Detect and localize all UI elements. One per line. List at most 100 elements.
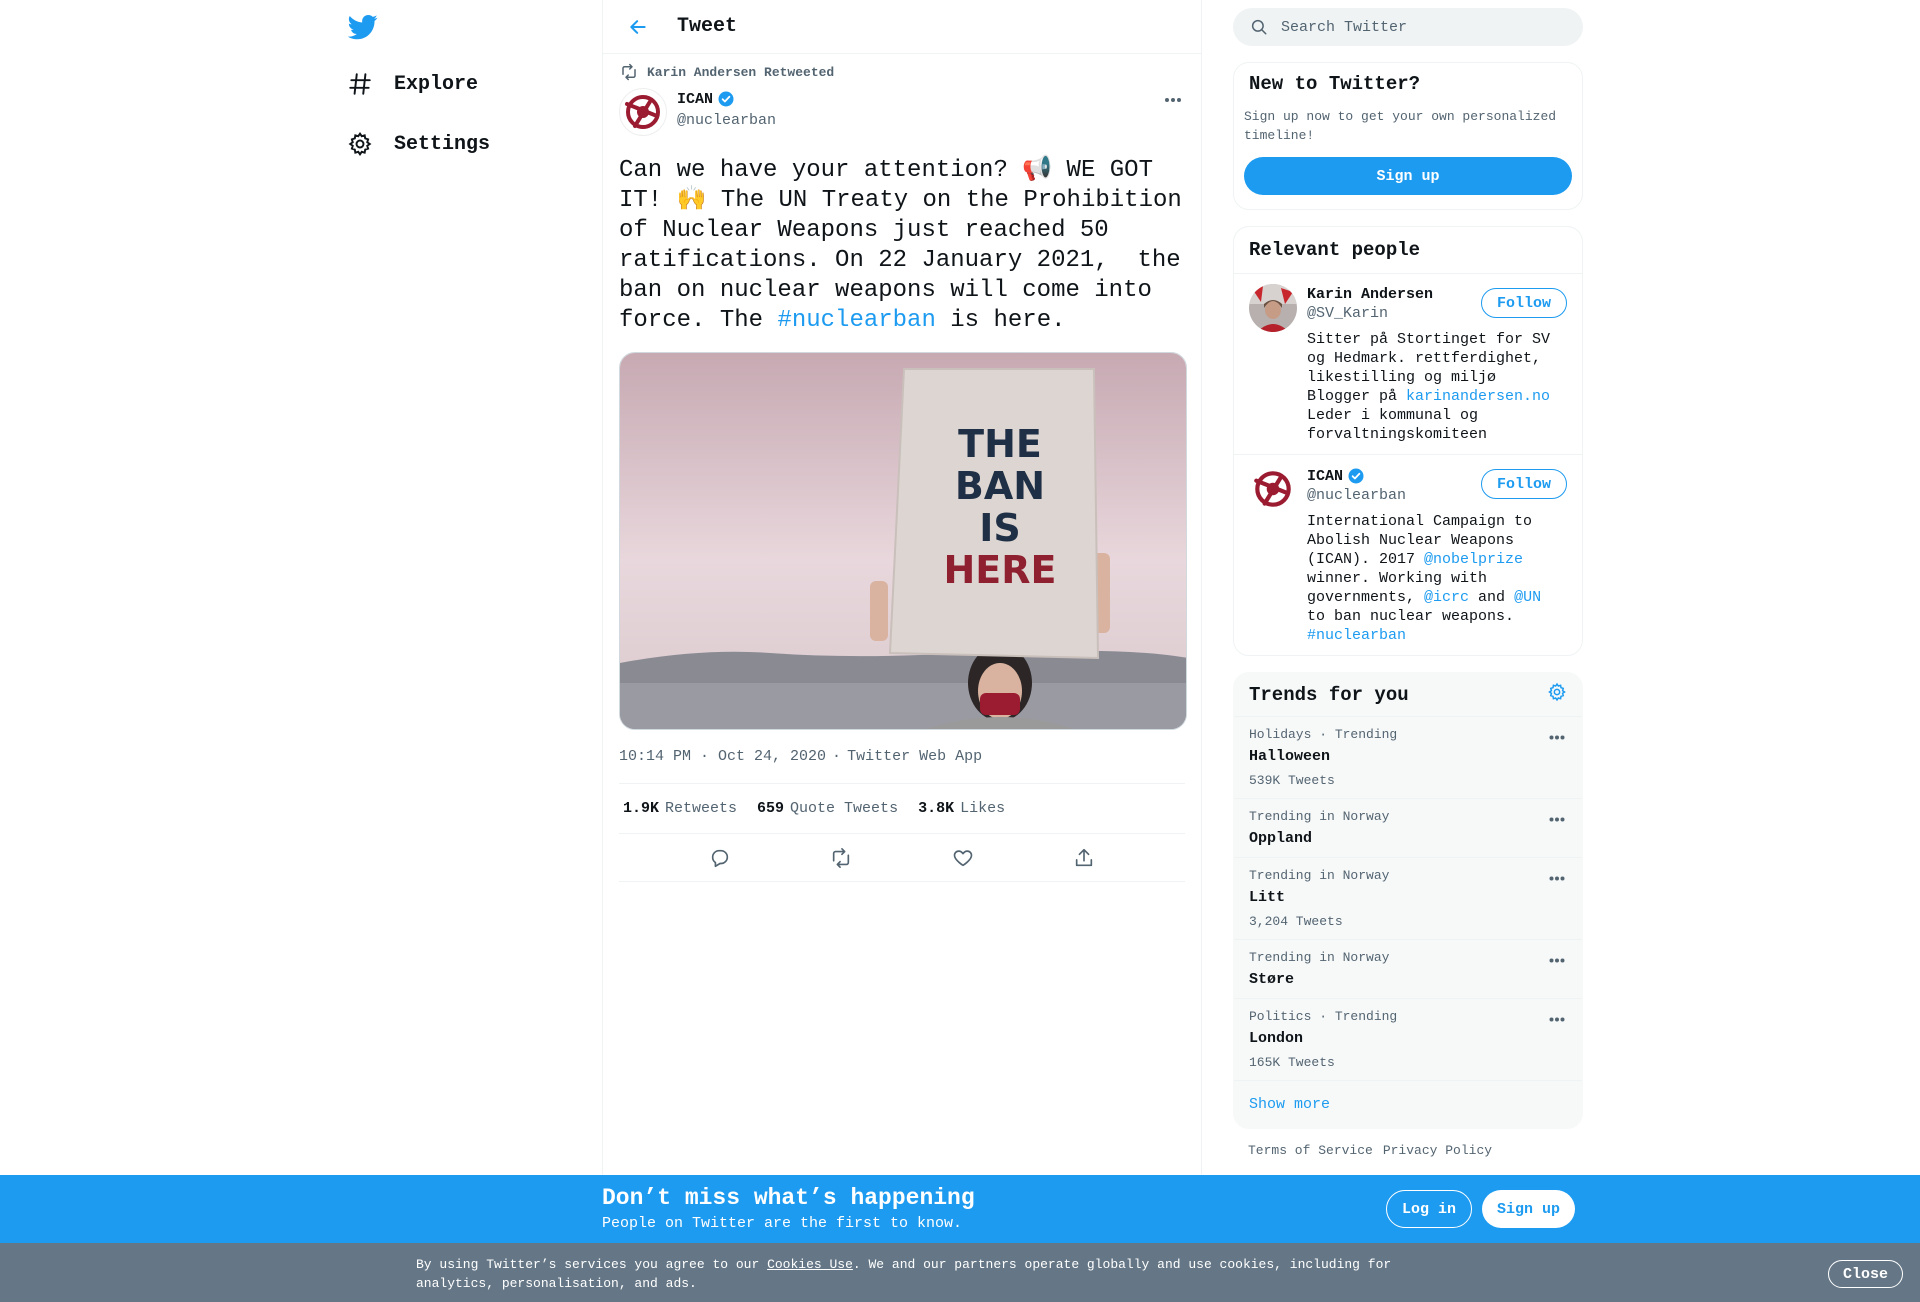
hashtag-link[interactable]: #nuclearban <box>777 307 935 334</box>
like-icon[interactable] <box>943 838 983 878</box>
trend-item[interactable]: Politics · Trending London 165K Tweets <box>1234 999 1582 1081</box>
more-options-icon[interactable] <box>1547 1009 1567 1029</box>
trend-context: Trending in Norway <box>1249 950 1390 965</box>
signup-banner: Don’t miss what’s happening People on Tw… <box>0 1175 1920 1243</box>
tweet: Karin Andersen Retweeted ICAN @nuclearba… <box>603 62 1201 882</box>
more-options-icon[interactable] <box>1547 809 1567 829</box>
sign-line: THE <box>958 422 1042 466</box>
privacy-link[interactable]: Privacy Policy <box>1383 1143 1492 1158</box>
bio-text: to ban nuclear weapons. <box>1307 608 1515 625</box>
cookies-use-link[interactable]: Cookies Use <box>767 1257 853 1272</box>
tweet-header: Tweet <box>603 0 1201 54</box>
retweet-context: Karin Andersen Retweeted <box>619 62 1185 82</box>
trends-card: Trends for you Holidays · Trending Hallo… <box>1233 672 1583 1129</box>
signup-banner-title: Don’t miss what’s happening <box>602 1185 975 1211</box>
stat-label: Likes <box>960 800 1006 817</box>
page-title: Tweet <box>677 15 738 38</box>
person-ican[interactable]: ICAN @nuclearban International Campaign … <box>1234 455 1582 655</box>
trends-title: Trends for you <box>1249 683 1409 706</box>
gear-icon <box>340 124 380 164</box>
author-handle[interactable]: @nuclearban <box>677 112 776 129</box>
trend-count: 3,204 Tweets <box>1249 914 1343 929</box>
sign-line: IS <box>979 506 1021 550</box>
tweet-text: Can we have your attention? 📢 WE GOT IT!… <box>619 156 1185 336</box>
search-box[interactable] <box>1233 8 1583 46</box>
avatar[interactable] <box>1249 284 1297 332</box>
stat-label: Quote Tweets <box>790 800 899 817</box>
person-karin-andersen[interactable]: Karin Andersen @SV_Karin Sitter på Stort… <box>1234 274 1582 455</box>
trend-name: Oppland <box>1249 830 1313 847</box>
stat-value: 1.9K <box>623 800 660 817</box>
reply-icon[interactable] <box>700 838 740 878</box>
bio-link[interactable]: #nuclearban <box>1307 627 1406 644</box>
person-bio: International Campaign to Abolish Nuclea… <box>1307 512 1557 645</box>
tweet-photo[interactable]: THE BAN IS HERE <box>619 352 1187 730</box>
bio-text: Leder i kommunal og forvaltningskomiteen <box>1307 407 1488 443</box>
new-to-twitter-title: New to Twitter? <box>1249 73 1421 95</box>
twitter-bird-icon[interactable] <box>347 12 378 42</box>
sign-up-button[interactable]: Sign up <box>1244 157 1572 195</box>
banner-sign-up-button[interactable]: Sign up <box>1482 1190 1576 1228</box>
tweet-source[interactable]: Twitter Web App <box>847 748 982 765</box>
stat-value: 3.8K <box>918 800 955 817</box>
bio-link[interactable]: @icrc <box>1424 589 1469 606</box>
tweet-author: ICAN @nuclearban <box>619 88 1185 136</box>
trend-item[interactable]: Trending in Norway Støre <box>1234 940 1582 999</box>
trend-count: 539K Tweets <box>1249 773 1335 788</box>
trend-item[interactable]: Trending in Norway Litt 3,204 Tweets <box>1234 858 1582 940</box>
person-bio: Sitter på Stortinget for SV og Hedmark. … <box>1307 330 1557 444</box>
more-options-icon[interactable] <box>1547 950 1567 970</box>
retweet-icon[interactable] <box>821 838 861 878</box>
tweet-actions <box>619 834 1185 882</box>
more-options-icon[interactable] <box>1547 868 1567 888</box>
stat-label: Retweets <box>665 800 738 817</box>
share-icon[interactable] <box>1064 838 1104 878</box>
terms-link[interactable]: Terms of Service <box>1248 1143 1373 1158</box>
new-to-twitter-card: New to Twitter? Sign up now to get your … <box>1233 62 1583 210</box>
signup-banner-subtitle: People on Twitter are the first to know. <box>602 1215 963 1232</box>
nav-settings-label: Settings <box>394 132 491 156</box>
new-to-twitter-subtitle: Sign up now to get your own personalized… <box>1244 109 1557 143</box>
more-options-icon[interactable] <box>1547 727 1567 747</box>
follow-button[interactable]: Follow <box>1480 288 1567 318</box>
bio-link[interactable]: karinandersen.no <box>1406 388 1550 405</box>
log-in-button[interactable]: Log in <box>1386 1190 1473 1228</box>
trend-item[interactable]: Trending in Norway Oppland <box>1234 799 1582 858</box>
tweet-column: Tweet Karin Andersen Retweeted ICAN @nuc… <box>602 0 1202 1302</box>
avatar[interactable] <box>1249 465 1297 513</box>
bio-link[interactable]: @nobelprize <box>1424 551 1523 568</box>
right-sidebar: New to Twitter? Sign up now to get your … <box>1233 0 1583 1158</box>
retweeted-by-label[interactable]: Karin Andersen Retweeted <box>647 65 834 80</box>
retweets-stat[interactable]: 1.9K Retweets <box>623 800 737 817</box>
follow-button[interactable]: Follow <box>1480 469 1567 499</box>
sign-line: BAN <box>954 464 1046 508</box>
nav-explore[interactable]: Explore <box>340 64 478 104</box>
trend-context: Holidays · Trending <box>1249 727 1398 742</box>
trend-item[interactable]: Holidays · Trending Halloween 539K Tweet… <box>1234 717 1582 799</box>
close-cookie-button[interactable]: Close <box>1828 1260 1904 1288</box>
cookie-banner: By using Twitter’s services you agree to… <box>0 1243 1920 1302</box>
author-name[interactable]: ICAN <box>677 91 713 108</box>
verified-badge-icon <box>718 91 734 107</box>
search-input[interactable] <box>1281 18 1541 36</box>
nav-explore-label: Explore <box>394 72 479 96</box>
bio-link[interactable]: @UN <box>1514 589 1541 606</box>
quote-tweets-stat[interactable]: 659 Quote Tweets <box>757 800 898 817</box>
trend-context: Politics · Trending <box>1249 1009 1398 1024</box>
tweet-timestamp[interactable]: 10:14 PM · Oct 24, 2020 <box>619 748 826 765</box>
more-options-icon[interactable] <box>1161 88 1185 112</box>
person-name: ICAN <box>1307 467 1344 485</box>
trend-context: Trending in Norway <box>1249 868 1390 883</box>
sign-line: HERE <box>943 548 1057 592</box>
likes-stat[interactable]: 3.8K Likes <box>918 800 1005 817</box>
arrow-left-icon[interactable] <box>623 12 653 42</box>
tweet-text-end: is here. <box>935 307 1066 334</box>
trend-name: Litt <box>1249 889 1286 906</box>
trend-count: 165K Tweets <box>1249 1055 1335 1070</box>
nav-settings[interactable]: Settings <box>340 124 490 164</box>
hashtag-icon <box>340 64 380 104</box>
avatar[interactable] <box>619 88 667 136</box>
show-more-link[interactable]: Show more <box>1234 1081 1582 1128</box>
tweet-stats: 1.9K Retweets 659 Quote Tweets 3.8K Likes <box>619 784 1185 834</box>
gear-icon[interactable] <box>1547 682 1567 707</box>
